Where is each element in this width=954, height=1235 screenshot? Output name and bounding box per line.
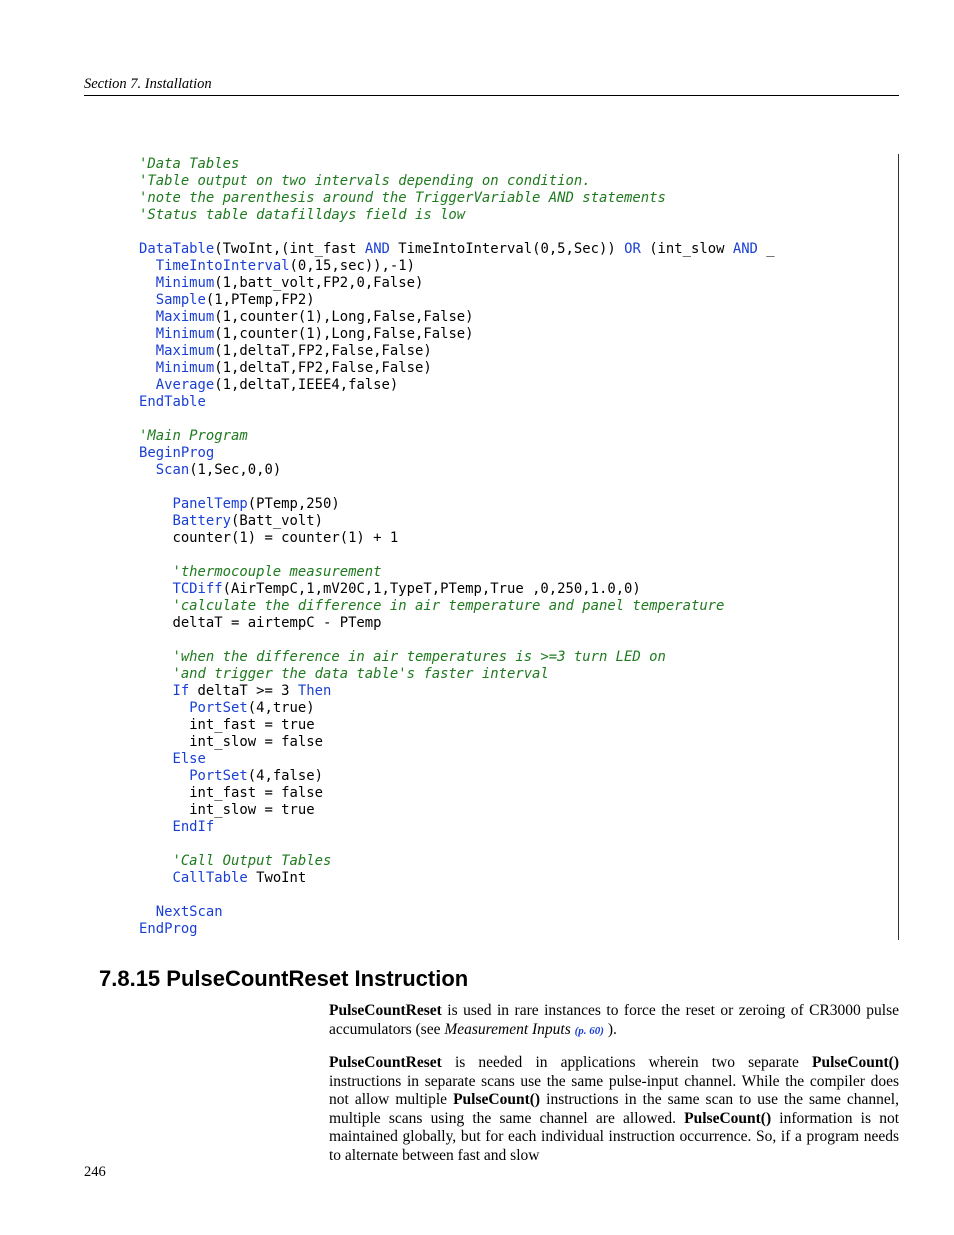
page-number: 246 (84, 1164, 106, 1181)
kw-timeintointerval: TimeIntoInterval (156, 258, 290, 274)
kw-maximum: Maximum (156, 343, 215, 359)
kw-else: Else (172, 751, 205, 767)
paragraph-2: PulseCountReset is needed in application… (329, 1054, 899, 1165)
code-comment: 'and trigger the data table's faster int… (172, 666, 548, 682)
code-text: (1,PTemp,FP2) (206, 292, 315, 308)
code: 'Data Tables 'Table output on two interv… (139, 156, 890, 938)
kw-calltable: CallTable (172, 870, 247, 886)
code-text: (TwoInt,(int_fast (214, 241, 365, 257)
term-pulsecount: PulseCount() (453, 1091, 540, 1108)
code-text: (1,batt_volt,FP2,0,False) (214, 275, 423, 291)
code-comment: 'when the difference in air temperatures… (172, 649, 665, 665)
code-text: counter(1) = counter(1) + 1 (172, 530, 398, 546)
code-comment: 'Table output on two intervals depending… (139, 173, 591, 189)
kw-tcdiff: TCDiff (172, 581, 222, 597)
code-text: (4,false) (248, 768, 323, 784)
page-reference-link[interactable]: (p. 60) (575, 1025, 604, 1037)
code-text: (1,deltaT,FP2,False,False) (214, 360, 431, 376)
code-comment: 'calculate the difference in air tempera… (172, 598, 724, 614)
code-text: (1,counter(1),Long,False,False) (214, 326, 473, 342)
code-text: (AirTempC,1,mV20C,1,TypeT,PTemp,True ,0,… (223, 581, 641, 597)
paragraph-1: PulseCountReset is used in rare instance… (329, 1002, 899, 1040)
kw-datatable: DataTable (139, 241, 214, 257)
code-text: (Batt_volt) (231, 513, 323, 529)
kw-minimum: Minimum (156, 360, 215, 376)
code-comment: 'Main Program (139, 428, 248, 444)
kw-and: AND (365, 241, 390, 257)
kw-scan: Scan (156, 462, 189, 478)
running-head: Section 7. Installation (84, 76, 899, 96)
term-pulsecount: PulseCount() (684, 1110, 771, 1127)
kw-nextscan: NextScan (156, 904, 223, 920)
code-text: int_fast = true (189, 717, 314, 733)
term-pulsecountreset: PulseCountReset (329, 1002, 442, 1019)
code-text: (1,Sec,0,0) (189, 462, 281, 478)
code-text: TimeIntoInterval(0,5,Sec)) (390, 241, 624, 257)
code-text: int_fast = false (189, 785, 323, 801)
kw-portset: PortSet (189, 700, 248, 716)
code-listing: 'Data Tables 'Table output on two interv… (139, 154, 899, 940)
code-text: (int_slow (641, 241, 733, 257)
code-text: deltaT >= 3 (189, 683, 298, 699)
code-text: int_slow = true (189, 802, 314, 818)
kw-endprog: EndProg (139, 921, 198, 937)
code-text: (1,deltaT,FP2,False,False) (214, 343, 431, 359)
kw-maximum: Maximum (156, 309, 215, 325)
kw-or: OR (624, 241, 641, 257)
code-comment: 'note the parenthesis around the Trigger… (139, 190, 666, 206)
code-comment: 'thermocouple measurement (172, 564, 381, 580)
kw-if: If (172, 683, 189, 699)
term-pulsecountreset: PulseCountReset (329, 1054, 442, 1071)
kw-and: AND (733, 241, 758, 257)
code-comment: 'Call Output Tables (172, 853, 331, 869)
code-text: int_slow = false (189, 734, 323, 750)
code-text: _ (758, 241, 775, 257)
code-text: (4,true) (248, 700, 315, 716)
kw-battery: Battery (172, 513, 231, 529)
code-comment: 'Status table datafilldays field is low (139, 207, 465, 223)
kw-minimum: Minimum (156, 275, 215, 291)
body-text: is needed in applications wherein two se… (442, 1054, 812, 1071)
kw-portset: PortSet (189, 768, 248, 784)
kw-endif: EndIf (172, 819, 214, 835)
term-pulsecount: PulseCount() (812, 1054, 899, 1071)
body-text: ). (604, 1021, 617, 1038)
code-text: TwoInt (248, 870, 307, 886)
code-text: (1,counter(1),Long,False,False) (214, 309, 473, 325)
kw-beginprog: BeginProg (139, 445, 214, 461)
kw-minimum: Minimum (156, 326, 215, 342)
kw-average: Average (156, 377, 215, 393)
section-heading: 7.8.15 PulseCountReset Instruction (99, 966, 899, 992)
kw-paneltemp: PanelTemp (172, 496, 247, 512)
kw-endtable: EndTable (139, 394, 206, 410)
code-comment: 'Data Tables (139, 156, 239, 172)
code-text: (1,deltaT,IEEE4,false) (214, 377, 398, 393)
kw-sample: Sample (156, 292, 206, 308)
code-text: (PTemp,250) (248, 496, 340, 512)
cross-reference: Measurement Inputs (444, 1021, 574, 1038)
code-text: (0,15,sec)),-1) (290, 258, 415, 274)
code-text: deltaT = airtempC - PTemp (172, 615, 381, 631)
kw-then: Then (298, 683, 331, 699)
